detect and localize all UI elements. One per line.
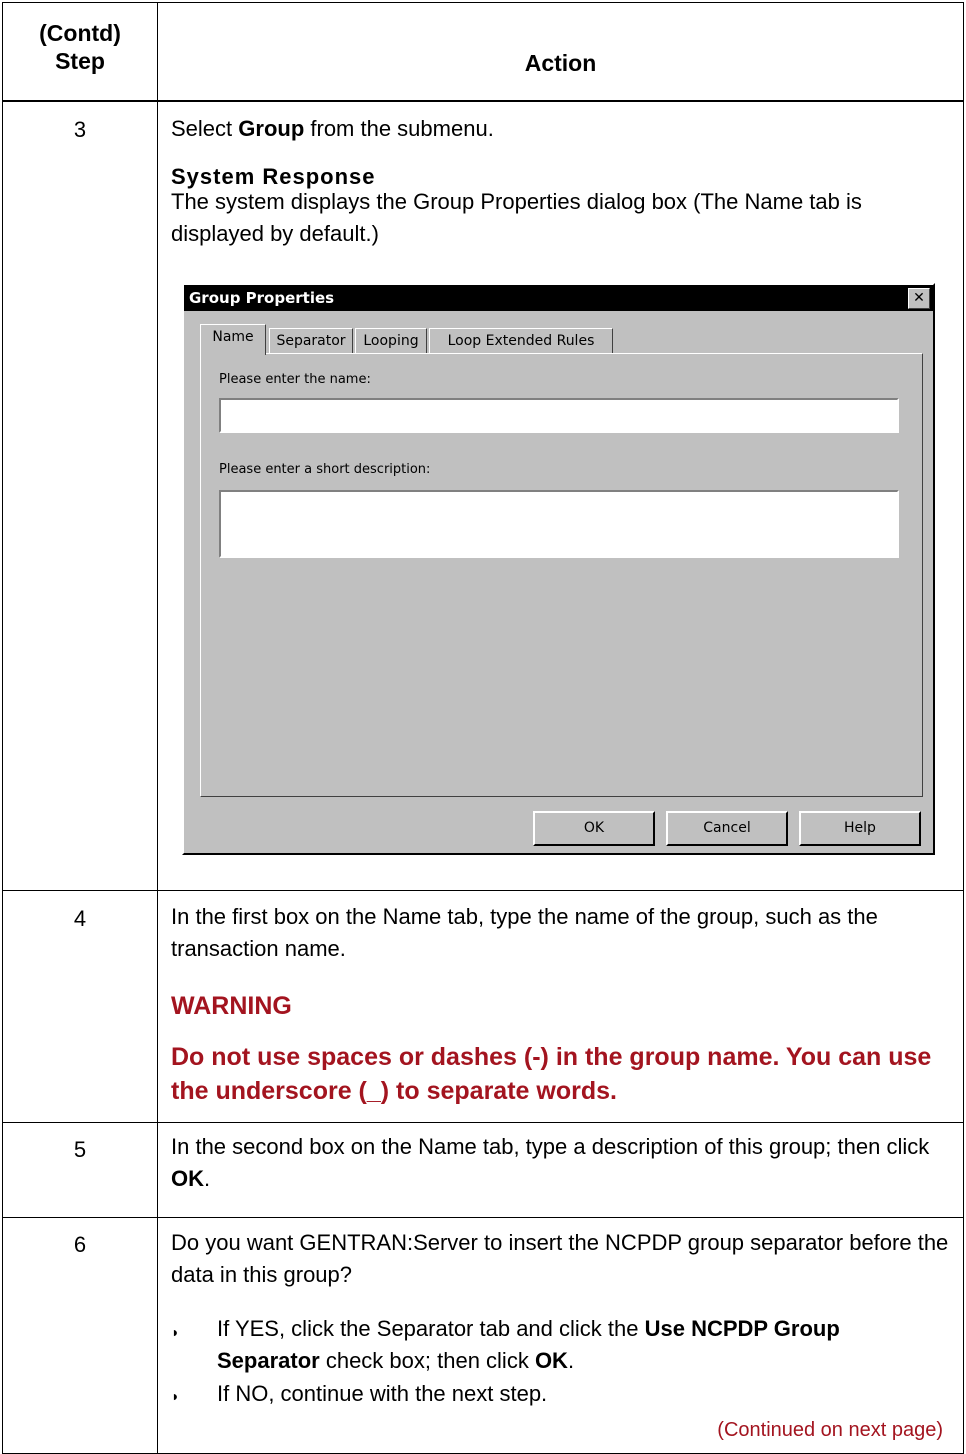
- name-input[interactable]: [219, 398, 899, 433]
- warning-heading: WARNING: [171, 992, 292, 1020]
- tab-separator[interactable]: Separator: [269, 328, 353, 354]
- dialog-title-bar: Group Properties: [184, 285, 933, 311]
- step-number: 3: [73, 117, 87, 142]
- step-header-line1: (Contd): [39, 20, 121, 46]
- row-divider: [3, 1217, 963, 1218]
- continued-note: (Continued on next page): [717, 1419, 943, 1441]
- row-divider: [3, 1122, 963, 1123]
- step6-bullet-no: If NO, continue with the next step.: [217, 1381, 548, 1406]
- step4-instruction: In the first box on the Name tab, type t…: [171, 904, 878, 961]
- header-row-divider: [3, 100, 963, 102]
- step-column-header: (Contd) Step: [3, 19, 157, 75]
- step5-instruction: In the second box on the Name tab, type …: [171, 1134, 930, 1191]
- bullet-icon: ◗: [171, 1388, 180, 1404]
- tab-name[interactable]: Name: [200, 324, 266, 355]
- step-number: 4: [73, 906, 87, 931]
- warning-text: Do not use spaces or dashes (-) in the g…: [171, 1043, 932, 1105]
- cancel-button[interactable]: Cancel: [666, 811, 788, 846]
- name-field-label: Please enter the name:: [219, 372, 371, 387]
- help-button[interactable]: Help: [799, 811, 921, 846]
- description-input[interactable]: [219, 490, 899, 558]
- description-field-label: Please enter a short description:: [219, 462, 431, 477]
- dialog-title: Group Properties: [189, 289, 335, 307]
- tab-loop-extended-rules[interactable]: Loop Extended Rules: [429, 328, 613, 354]
- column-divider: [157, 3, 158, 1453]
- step3-instruction: Select Group from the submenu.: [171, 116, 494, 141]
- close-icon[interactable]: ✕: [908, 288, 930, 309]
- row-divider: [3, 890, 963, 891]
- bullet-icon: ◗: [171, 1324, 180, 1340]
- step-number: 5: [73, 1137, 87, 1162]
- action-column-header: Action: [524, 50, 597, 76]
- step-header-line2: Step: [55, 48, 105, 74]
- step6-question: Do you want GENTRAN:Server to insert the…: [171, 1230, 949, 1287]
- step6-bullet-yes: If YES, click the Separator tab and clic…: [217, 1316, 840, 1373]
- tab-looping[interactable]: Looping: [355, 328, 427, 354]
- step-number: 6: [73, 1232, 87, 1257]
- ok-button[interactable]: OK: [533, 811, 655, 846]
- group-properties-dialog: Group Properties ✕ Name Separator Loopin…: [182, 283, 935, 855]
- system-response-text: The system displays the Group Properties…: [171, 189, 862, 246]
